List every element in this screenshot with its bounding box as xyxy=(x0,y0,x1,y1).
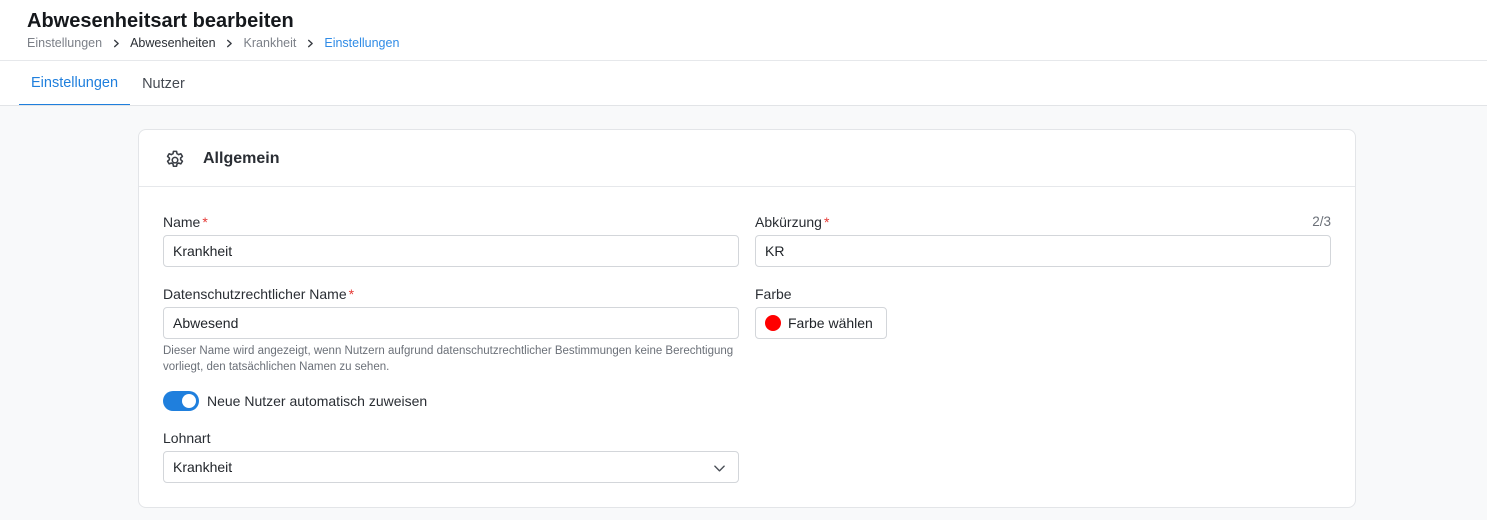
privacy-name-label: Datenschutzrechtlicher Name * xyxy=(163,285,354,303)
wage-type-select[interactable]: Krankheit xyxy=(163,451,739,483)
tabs-divider xyxy=(0,105,1487,106)
gear-icon xyxy=(164,148,186,170)
required-marker: * xyxy=(823,214,830,230)
page-title: Abwesenheitsart bearbeiten xyxy=(27,10,294,32)
auto-assign-toggle[interactable] xyxy=(163,391,199,411)
tab-settings[interactable]: Einstellungen xyxy=(19,61,131,106)
privacy-name-input[interactable] xyxy=(163,307,739,339)
abbreviation-input[interactable] xyxy=(755,235,1331,267)
auto-assign-label: Neue Nutzer automatisch zuweisen xyxy=(207,393,428,409)
choose-color-label: Farbe wählen xyxy=(788,315,873,331)
privacy-name-hint: Dieser Name wird angezeigt, wenn Nutzern… xyxy=(163,345,734,373)
privacy-name-label-text: Datenschutzrechtlicher Name xyxy=(163,286,347,302)
wage-type-label: Lohnart xyxy=(163,430,211,446)
breadcrumb: Einstellungen Abwesenheiten Krankheit Ei… xyxy=(27,35,399,51)
color-swatch xyxy=(765,315,781,331)
breadcrumb-item-sickness[interactable]: Krankheit xyxy=(244,35,297,51)
abbreviation-label: Abkürzung * xyxy=(755,213,829,231)
toggle-knob xyxy=(182,394,196,408)
breadcrumb-item-current: Einstellungen xyxy=(324,36,400,50)
abbreviation-label-text: Abkürzung xyxy=(755,214,822,230)
breadcrumb-item-absences[interactable]: Abwesenheiten xyxy=(130,35,215,51)
wage-type-value: Krankheit xyxy=(173,459,233,475)
required-marker: * xyxy=(348,286,355,302)
required-marker: * xyxy=(202,214,208,230)
page-header: Abwesenheitsart bearbeiten Einstellungen… xyxy=(0,0,1487,106)
chevron-down-icon xyxy=(713,462,726,475)
section-title: Allgemein xyxy=(203,150,280,167)
header-divider xyxy=(0,60,1487,61)
chevron-right-icon xyxy=(102,35,130,51)
color-label: Farbe xyxy=(755,286,792,302)
name-label-text: Name xyxy=(163,214,201,230)
tab-users[interactable]: Nutzer xyxy=(130,61,197,106)
name-label: Name * xyxy=(163,213,208,231)
chevron-right-icon xyxy=(216,35,244,51)
breadcrumb-item-settings[interactable]: Einstellungen xyxy=(27,35,102,51)
card-header: Allgemein xyxy=(139,130,1355,187)
chevron-right-icon xyxy=(296,35,324,51)
general-settings-card: Allgemein Name* Abkürzung* 2/3 Datenschu… xyxy=(138,129,1356,508)
name-input[interactable] xyxy=(163,235,739,267)
character-counter: 2/3 xyxy=(1312,214,1331,229)
tab-bar: Einstellungen Nutzer xyxy=(19,61,197,106)
choose-color-button[interactable]: Farbe wählen xyxy=(755,307,887,339)
